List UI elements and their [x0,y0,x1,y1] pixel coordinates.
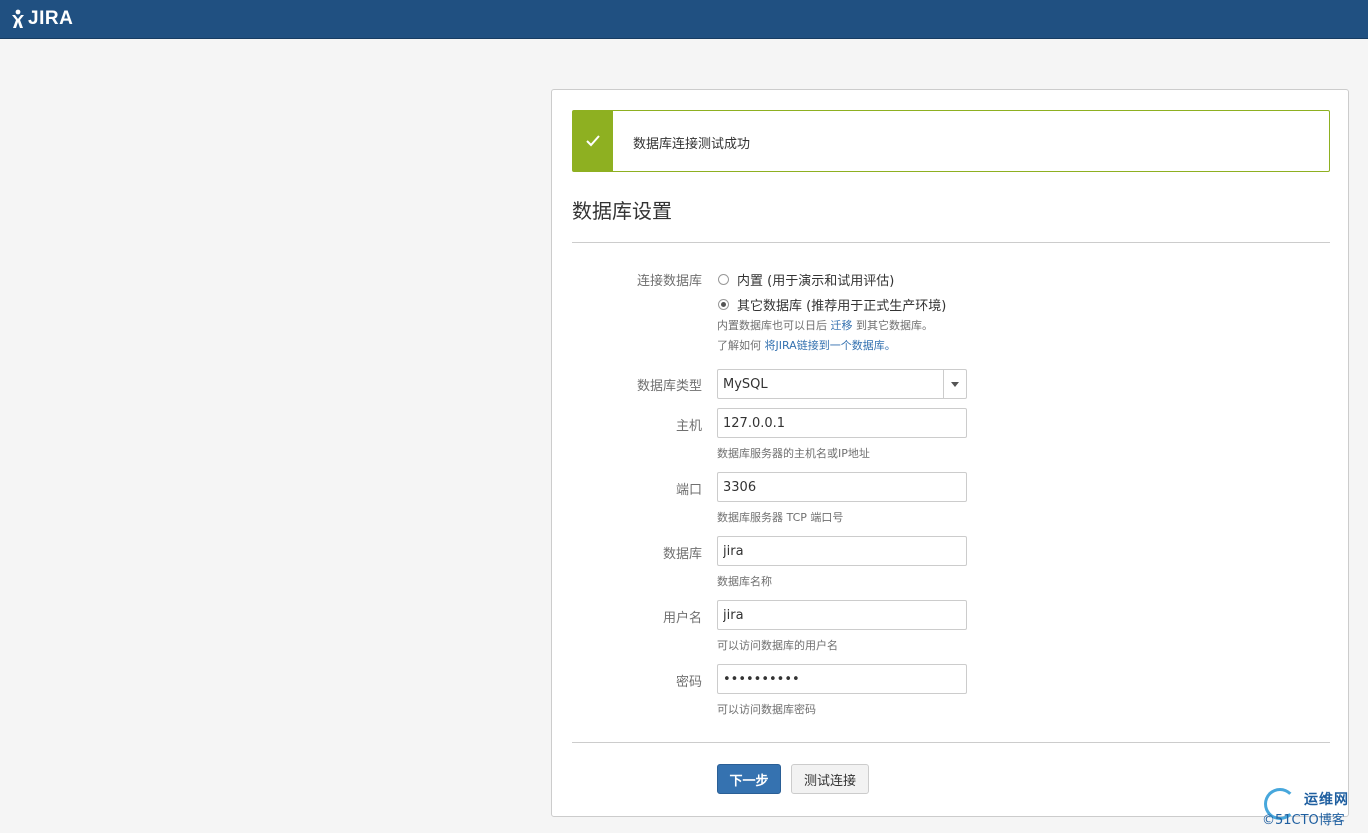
username-hint: 可以访问数据库的用户名 [717,639,838,652]
username-label: 用户名 [662,611,702,626]
database-setup-panel: 数据库连接测试成功 数据库设置 连接数据库 内置 (用于演示和试用评估) 其它数… [551,89,1349,817]
port-input[interactable] [717,472,967,502]
db-type-select[interactable]: MySQL [717,369,967,399]
username-input[interactable] [717,600,967,630]
port-hint: 数据库服务器 TCP 端口号 [717,511,844,524]
migrate-link[interactable]: 迁移 [831,319,853,332]
migration-hint: 内置数据库也可以日后 迁移 到其它数据库。 [717,317,933,333]
radio-other-database[interactable]: 其它数据库 (推荐用于正式生产环境) [718,295,946,314]
next-button[interactable]: 下一步 [717,764,781,794]
watermark-subtitle: ©51CTO博客 [1262,813,1345,828]
test-connection-button[interactable]: 测试连接 [791,764,869,794]
port-label: 端口 [675,483,702,498]
page-title: 数据库设置 [572,199,672,223]
password-label: 密码 [675,675,702,690]
database-input[interactable] [717,536,967,566]
divider-top [572,242,1330,243]
success-text: 数据库连接测试成功 [633,137,751,152]
database-label: 数据库 [662,547,702,562]
radio-builtin[interactable]: 内置 (用于演示和试用评估) [718,270,894,289]
radio-other-database-label: 其它数据库 (推荐用于正式生产环境) [737,299,947,314]
divider-bottom [572,742,1330,743]
migration-hint-prefix: 内置数据库也可以日后 [717,319,827,332]
radio-builtin-button[interactable] [718,274,729,285]
learn-hint-prefix: 了解如何 [717,339,761,352]
connection-label: 连接数据库 [636,274,702,289]
password-input[interactable] [717,664,967,694]
success-icon-box [573,111,613,171]
connect-database-link[interactable]: 将JIRA链接到一个数据库。 [765,339,896,352]
radio-builtin-label: 内置 (用于演示和试用评估) [737,274,895,289]
watermark: 运维网 ©51CTO博客 [1262,787,1366,829]
db-type-value: MySQL [723,376,768,392]
host-label: 主机 [675,419,702,434]
host-hint: 数据库服务器的主机名或IP地址 [717,447,870,460]
db-type-label: 数据库类型 [636,379,702,394]
password-hint: 可以访问数据库密码 [717,703,816,716]
host-input[interactable] [717,408,967,438]
jira-logo-icon [12,9,24,28]
database-hint: 数据库名称 [717,575,772,588]
migration-hint-suffix: 到其它数据库。 [856,319,933,332]
success-message: 数据库连接测试成功 [572,110,1330,172]
logo-text: JIRA [28,8,74,29]
top-navigation-bar: JIRA [0,0,1368,39]
radio-other-database-button[interactable] [718,299,729,310]
jira-logo[interactable]: JIRA [10,7,73,31]
checkmark-icon [586,135,600,147]
learn-hint: 了解如何 将JIRA链接到一个数据库。 [717,337,896,353]
chevron-down-icon[interactable] [943,370,966,398]
watermark-title: 运维网 [1304,792,1349,808]
